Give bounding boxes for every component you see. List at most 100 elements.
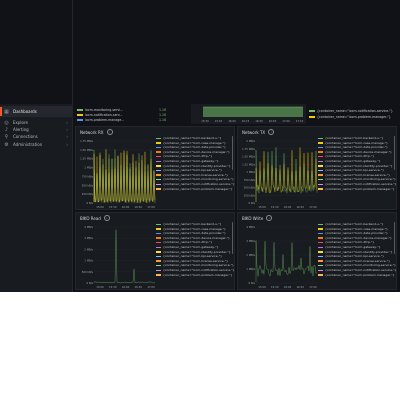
info-icon[interactable]: i [103,215,110,221]
legend-label: {container_name="locm-problem-manager-"} [325,186,395,191]
y-tick-label: 1 MB/s [246,170,255,174]
x-tick-label: 15:45 [215,119,223,123]
y-tick-label: 1 MB/s [84,166,93,170]
x-tick-label: 17:00 [147,205,155,209]
stat-label: locm-notification-serv... [85,113,123,117]
network-rx-chart[interactable]: 1.75 MB/s 1.50 MB/s 1.25 MB/s 1 MB/s 750 kB/… [80,139,156,209]
series-swatch [318,223,323,225]
info-icon[interactable]: i [266,215,273,221]
series-swatch [309,110,315,112]
stat-row: locm-monitoring-servi... 1.16 [77,108,166,112]
y-tick-label: 250 kB/s [82,192,94,196]
series-swatch [318,260,323,262]
x-tick-label: 15:30 [271,205,279,209]
series-swatch [156,232,161,235]
biko-read-chart[interactable]: 4 MB/s3 MB/s2 MB/s1 MB/s500 kB/s0 B/s15:… [80,225,156,289]
y-tick-label: 1.25 MB/s [80,157,93,161]
chevron-right-icon[interactable]: › [66,142,68,147]
biko-write-chart[interactable]: 4 MB/s 3 MB/s 2 MB/s 1 MB/s 0 B/s15:00 15:30 1… [242,225,318,289]
series-swatch [318,142,323,144]
series-swatch [156,264,161,267]
legend-item[interactable]: {container_name="locm-problem-manager-"} [156,187,234,192]
y-tick-label: 750 kB/s [244,178,256,182]
panel-legend: {container_name="locm-backend-u-"} {conta… [318,222,396,277]
x-tick-label: 16:30 [135,285,143,289]
series-swatch [156,155,161,158]
x-tick-label: 15:30 [109,205,117,209]
sidebar-item-label: Administration [13,142,43,147]
panel-title-text: Network TX [242,129,266,135]
series-swatch [156,228,161,230]
legend-item[interactable]: {container_name="locm-problem-manager-"} [318,273,396,278]
legend-label: {container_name="locm-notification-servi… [317,109,393,113]
y-tick-label: 4 MB/s [84,225,93,229]
x-tick-label: 15:00 [258,205,266,209]
info-icon[interactable]: i [106,129,113,135]
legend-item[interactable]: {container_name="locm-notification-servi… [309,109,393,113]
stat-row: locm-notification-serv... 1.16 [77,113,166,117]
series-swatch [318,237,323,239]
legend-label: {container_name="locm-problem-manager-"} [325,272,395,277]
legend-item[interactable]: {container_name="locm-problem-manager-"} [318,187,396,192]
x-tick-label: 15:30 [271,285,279,289]
panel-title[interactable]: BIKO Write i [242,215,273,221]
x-tick-label: 15:30 [201,119,209,123]
legend-scrollbar[interactable] [393,222,395,254]
series-swatch [156,151,161,153]
grid-icon: ▦ [4,108,9,115]
y-tick-label: 3 MB/s [246,239,255,243]
sidebar-item-administration[interactable]: ⚙ Administration › [0,139,72,150]
stat-row: locm-problem-manage... 1.16 [77,118,166,122]
x-tick-label: 16:30 [255,119,263,123]
series-swatch [156,269,161,271]
legend-scrollbar[interactable] [231,222,233,254]
panel-title[interactable]: Network RX i [80,129,113,135]
active-indicator [0,107,2,116]
legend-scrollbar[interactable] [393,136,395,170]
legend-label: {container_name="locm-problem-manager-"} [317,115,391,119]
series-swatch [156,237,161,239]
stat-value: 1.16 [159,113,167,117]
panel-biko-write[interactable]: BIKO Write i 4 MB/s 3 MB/s 2 MB/s 1 MB/s 0 B… [237,212,397,290]
series-swatch [318,188,323,190]
series-swatch [156,260,161,262]
top-timeseries-chart[interactable]: 15:30 15:45 16:00 16:15 16:30 16:45 17:00 17:15 [191,104,306,124]
stat-value: 1.16 [159,118,167,122]
y-tick-label: 1.25 MB/s [242,162,255,166]
legend-item[interactable]: {container_name="locm-problem-manager-"} [309,115,391,119]
panel-title-text: Network RX [80,129,104,135]
panel-network-tx[interactable]: Network TX i 2 MB/s 1.75 MB/s 1.50 MB/s 1.2… [237,126,397,210]
sidebar-item-dashboards[interactable]: ▦ Dashboards [0,106,72,117]
info-icon[interactable]: i [268,129,275,135]
stat-list-panel: locm-monitoring-servi... 1.16 locm-notif… [75,104,185,124]
y-tick-label: 0 B/s [249,201,256,205]
x-tick-label: 16:00 [122,205,130,209]
series-swatch [77,114,83,116]
series-swatch [156,274,161,276]
series-swatch [156,251,161,253]
series-swatch [318,146,323,149]
y-tick-label: 1 MB/s [84,259,93,263]
panel-title[interactable]: Network TX i [242,129,275,135]
panel-network-rx[interactable]: Network RX i 1.75 MB/s 1.50 MB/s 1.25 MB/s… [75,126,235,210]
x-tick-label: 15:00 [96,205,104,209]
legend-scrollbar[interactable] [231,136,233,170]
panel-title-text: BIKO Read [80,215,101,221]
network-tx-chart[interactable]: 2 MB/s 1.75 MB/s 1.50 MB/s 1.25 MB/s 1 MB/s 7… [242,139,318,209]
x-tick-label: 16:00 [284,285,292,289]
y-tick-label: 0 B/s [87,281,94,285]
legend-item[interactable]: {container_name="locm-problem-manager-"} [156,273,234,278]
series-swatch [77,109,83,111]
y-tick-label: 1.50 MB/s [242,155,255,159]
top-legend: {container_name="locm-notification-servi… [309,104,399,124]
panel-biko-read[interactable]: BIKO Read i 4 MB/s 3 MB/s 2 MB/s 1 MB/s 500 … [75,212,235,290]
y-tick-label: 750 kB/s [82,174,94,178]
panel-title[interactable]: BIKO Read i [80,215,110,221]
series-swatch [156,246,161,248]
panel-title-text: BIKO Write [242,215,264,221]
y-tick-label: 0 B/s [249,281,256,285]
y-tick-label: 500 kB/s [82,183,94,187]
x-tick-label: 15:00 [258,285,266,289]
series-swatch [318,228,323,230]
series-swatch [318,151,323,153]
